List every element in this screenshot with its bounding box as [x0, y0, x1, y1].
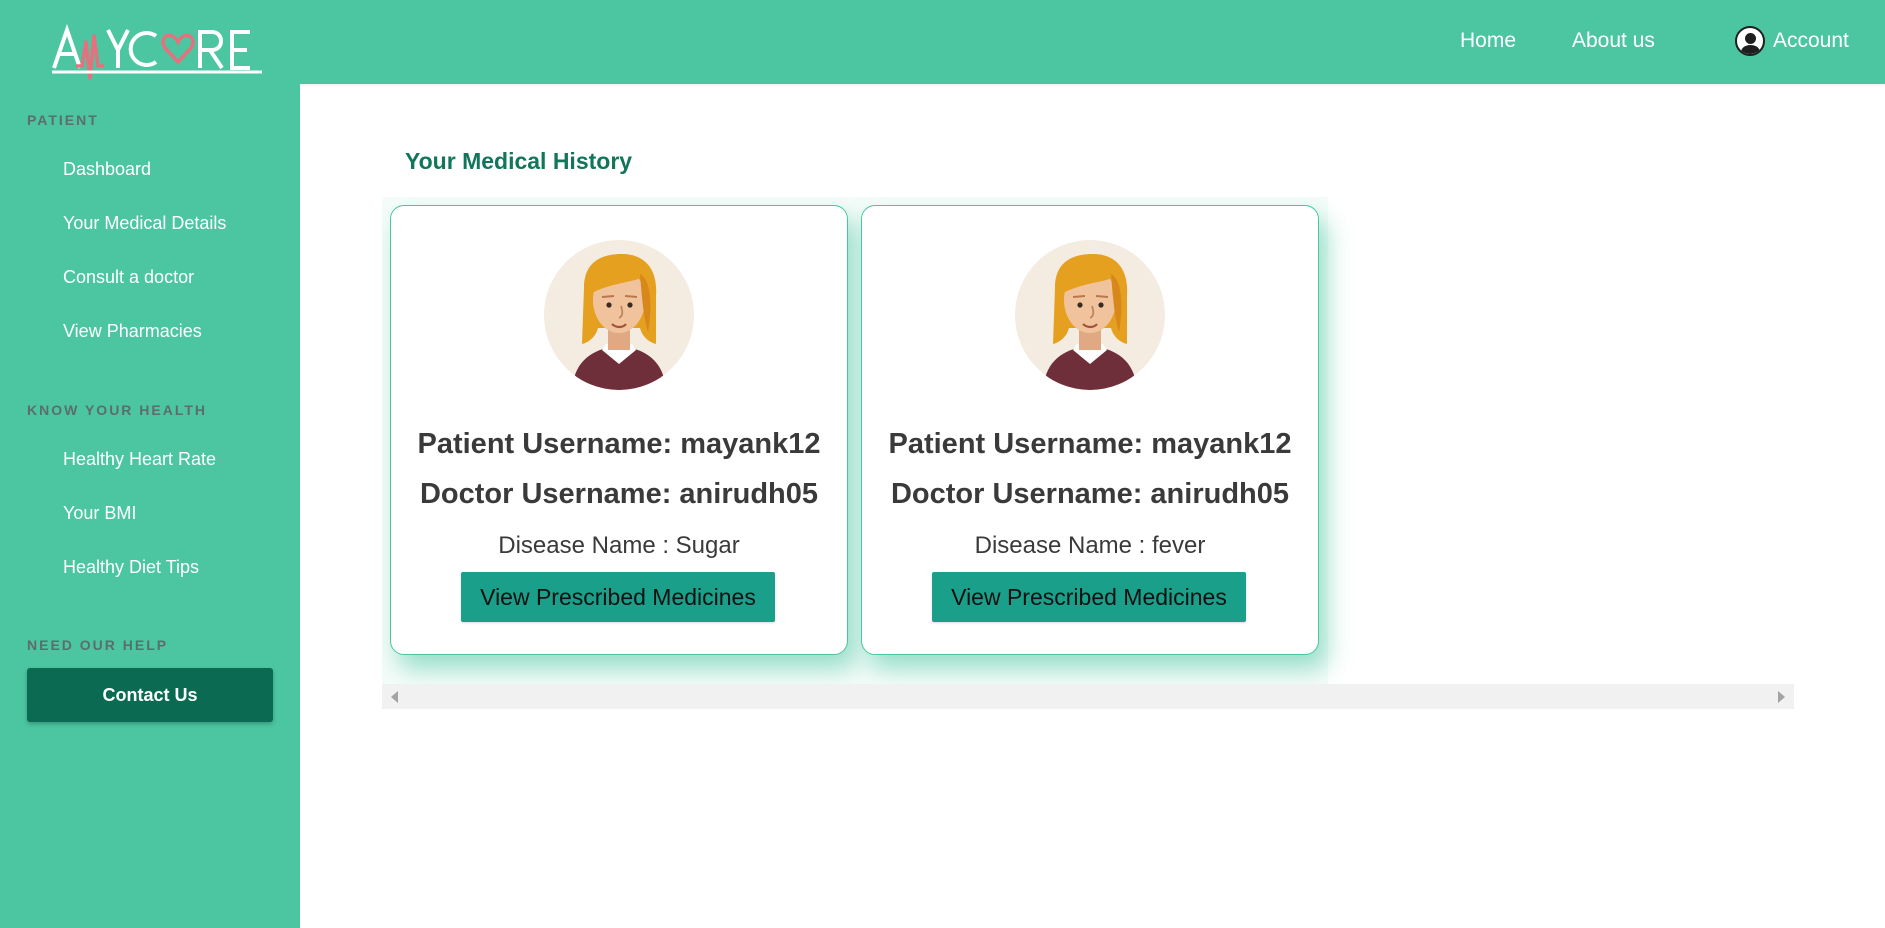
patient-username: Patient Username: mayank12 — [417, 428, 821, 460]
nav-home-link[interactable]: Home — [1460, 29, 1516, 53]
sidebar-heading-know-your-health: KNOW YOUR HEALTH — [27, 402, 208, 418]
disease-name: Disease Name : Sugar — [498, 532, 740, 559]
logo-graphic — [52, 23, 262, 80]
sidebar-item-diet-tips[interactable]: Healthy Diet Tips — [63, 557, 199, 578]
patient-username: Patient Username: mayank12 — [888, 428, 1292, 460]
medical-record-card: Patient Username: mayank12 Doctor Userna… — [390, 205, 848, 655]
medical-history-scroll-area: Patient Username: mayank12 Doctor Userna… — [382, 197, 1794, 709]
nav-about-link[interactable]: About us — [1572, 29, 1655, 53]
sidebar-item-medical-details[interactable]: Your Medical Details — [63, 213, 226, 234]
user-circle-icon — [1735, 26, 1765, 56]
view-prescribed-medicines-button[interactable]: View Prescribed Medicines — [932, 572, 1246, 622]
sidebar-item-dashboard[interactable]: Dashboard — [63, 159, 151, 180]
female-avatar-icon — [544, 240, 694, 390]
doctor-username: Doctor Username: anirudh05 — [419, 478, 819, 510]
scroll-left-arrow-icon[interactable] — [391, 691, 398, 703]
sidebar-item-heart-rate[interactable]: Healthy Heart Rate — [63, 449, 216, 470]
sidebar-item-pharmacies[interactable]: View Pharmacies — [63, 321, 202, 342]
top-navbar: Home About us Account — [0, 0, 1885, 84]
nav-account-link[interactable]: Account — [1735, 26, 1849, 56]
doctor-username: Doctor Username: anirudh05 — [890, 478, 1290, 510]
page-title: Your Medical History — [405, 148, 633, 174]
sidebar-item-consult-doctor[interactable]: Consult a doctor — [63, 267, 194, 288]
female-avatar-icon — [1015, 240, 1165, 390]
sidebar: PATIENT Dashboard Your Medical Details C… — [0, 84, 300, 928]
sidebar-item-bmi[interactable]: Your BMI — [63, 503, 136, 524]
sidebar-heading-patient: PATIENT — [27, 112, 99, 128]
scroll-right-arrow-icon[interactable] — [1778, 691, 1785, 703]
account-label: Account — [1773, 29, 1849, 52]
cards-row: Patient Username: mayank12 Doctor Userna… — [382, 197, 1328, 684]
contact-us-button[interactable]: Contact Us — [27, 668, 273, 722]
sidebar-heading-need-help: NEED OUR HELP — [27, 637, 169, 653]
amycare-logo[interactable] — [52, 22, 262, 84]
disease-name: Disease Name : fever — [974, 532, 1206, 559]
medical-record-card: Patient Username: mayank12 Doctor Userna… — [861, 205, 1319, 655]
view-prescribed-medicines-button[interactable]: View Prescribed Medicines — [461, 572, 775, 622]
horizontal-scrollbar[interactable] — [382, 684, 1794, 709]
